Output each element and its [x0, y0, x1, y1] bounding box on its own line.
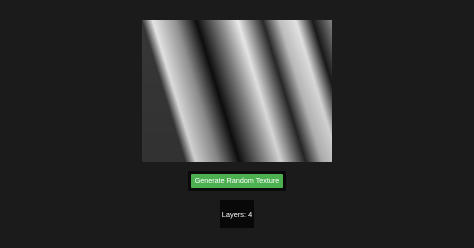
generate-button-frame: Generate Random Texture: [188, 171, 286, 191]
generate-texture-button[interactable]: Generate Random Texture: [191, 174, 283, 188]
texture-shade: [142, 20, 332, 162]
layers-indicator: Layers: 4: [220, 200, 254, 228]
app-root: Generate Random Texture Layers: 4: [0, 0, 474, 248]
layers-label: Layers: 4: [221, 209, 253, 219]
texture-canvas: [142, 20, 332, 162]
